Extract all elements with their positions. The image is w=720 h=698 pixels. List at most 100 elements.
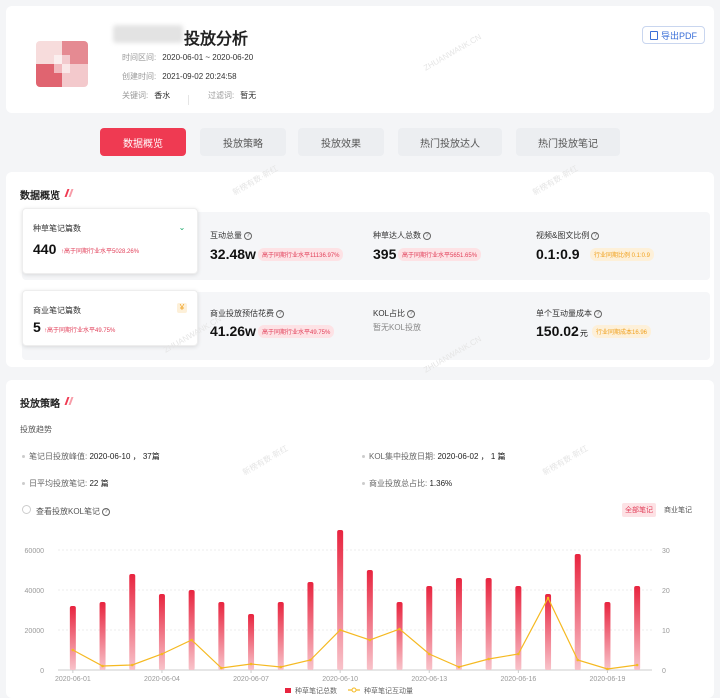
metric-compare: 高于同期行业水平49.75%	[258, 325, 335, 338]
card-compare: ↑高于同期行业水平49.75%	[44, 328, 116, 334]
bar	[604, 602, 611, 670]
line-point	[368, 638, 372, 642]
x-tick-label: 2020-06-13	[411, 676, 447, 683]
metric-label: 商业投放预估花费?	[210, 308, 284, 319]
line-point	[576, 658, 580, 662]
metric-label: 种草达人总数?	[373, 230, 431, 241]
commercial-notes-button[interactable]: 商业笔记	[660, 503, 696, 517]
tab-effect[interactable]: 投放效果	[298, 128, 384, 156]
y-tick-label: 0	[40, 668, 44, 675]
meta-divider	[188, 95, 189, 105]
line-point	[606, 667, 609, 671]
metric-compare: 高于同期行业水平11136.97%	[258, 248, 344, 261]
bar	[426, 586, 433, 670]
stat-peak: 笔记日投放峰值: 2020-06-10 ， 37篇	[22, 451, 160, 462]
bar	[455, 578, 462, 670]
bar	[515, 586, 522, 670]
interaction-line	[72, 596, 638, 670]
keyword: 关键词: 香水	[122, 91, 171, 100]
x-tick-label: 2020-06-16	[500, 676, 536, 683]
metric-label: KOL占比?	[373, 308, 416, 319]
tab-hot-kol[interactable]: 热门投放达人	[398, 128, 502, 156]
line-point	[309, 658, 312, 662]
line-point	[457, 665, 461, 669]
y-tick-label: 40000	[25, 588, 45, 595]
bar	[129, 574, 136, 670]
x-tick-label: 2020-06-07	[233, 676, 269, 683]
yen-icon: ¥	[177, 303, 187, 313]
y-tick-label: 20000	[25, 628, 45, 635]
bar	[396, 602, 403, 670]
metric-label: 视频&图文比例?	[536, 230, 600, 241]
line-point	[101, 664, 104, 668]
title-accent-icon	[64, 397, 78, 405]
chart-legend: 种草笔记总数 种草笔记互动量	[285, 686, 413, 695]
line-point	[279, 665, 283, 669]
line-point	[338, 628, 342, 632]
created-time: 创建时间: 2021-09-02 20:24:58	[122, 72, 237, 81]
all-notes-button[interactable]: 全部笔记	[622, 503, 656, 517]
card-label: 商业笔记篇数	[33, 306, 81, 315]
strategy-section: 投放策略 投放趋势 笔记日投放峰值: 2020-06-10 ， 37篇 KOL集…	[6, 380, 714, 698]
bar	[277, 602, 284, 670]
bar	[634, 586, 641, 670]
metric-empty: 暂无KOL投放	[373, 323, 422, 332]
metric-value: 395	[373, 246, 397, 262]
line-series	[71, 596, 639, 671]
filter-words: 过滤词: 暂无	[208, 91, 257, 100]
line-point	[427, 652, 431, 656]
stat-daily-avg: 日平均投放笔记: 22 篇	[22, 478, 109, 489]
metric-compare: 行业同期成本16.96	[592, 325, 652, 338]
bar	[188, 590, 195, 670]
tab-strategy[interactable]: 投放策略	[200, 128, 286, 156]
metric-compare: 行业同期比例 0.1:0.9	[590, 248, 655, 261]
bar-series	[69, 530, 641, 670]
card-value: 5	[33, 319, 41, 335]
card-compare: ↑高于同期行业水平5028.26%	[61, 249, 140, 255]
card-commercial-count: 商业笔记篇数 ¥ 5 ↑高于同期行业水平49.75%	[22, 290, 198, 346]
line-point	[517, 652, 520, 656]
metric-value: 41.26w	[210, 323, 256, 339]
legend-label-interactions: 种草笔记互动量	[364, 686, 413, 695]
help-icon[interactable]: ?	[594, 309, 602, 318]
kol-checkbox[interactable]	[22, 505, 31, 514]
export-pdf-button[interactable]: 导出PDF	[642, 26, 705, 44]
line-point	[546, 596, 550, 600]
x-tick-label: 2020-06-10	[322, 676, 358, 683]
trend-badge-icon: ⌄	[178, 223, 186, 232]
page-title: 投放分析	[184, 31, 249, 48]
tab-hot-notes[interactable]: 热门投放笔记	[516, 128, 620, 156]
stat-kol-date: KOL集中投放日期: 2020-06-02 ， 1 篇	[362, 451, 506, 462]
line-point	[487, 657, 490, 661]
help-icon[interactable]: ?	[102, 507, 111, 516]
help-icon[interactable]: ?	[276, 309, 284, 318]
bar	[574, 554, 581, 670]
card-label: 种草笔记篇数	[33, 224, 81, 233]
bar	[485, 578, 492, 670]
y2-tick-label: 0	[662, 668, 666, 675]
metric-compare: 高于同期行业水平5651.65%	[398, 248, 482, 261]
metric-value: 32.48w	[210, 246, 256, 262]
chart-grid	[58, 549, 652, 671]
help-icon[interactable]: ?	[423, 231, 431, 240]
bar	[545, 594, 552, 670]
legend-marker-interactions	[351, 687, 357, 693]
report-header: 投放分析 时间区间: 2020-06-01 ~ 2020-06-20 创建时间: 2…	[6, 6, 714, 113]
x-tick-label: 2020-06-04	[144, 676, 180, 683]
line-point	[249, 662, 253, 666]
bar	[366, 570, 373, 670]
y-tick-label: 60000	[25, 548, 45, 555]
help-icon[interactable]: ?	[244, 231, 252, 240]
bar	[158, 594, 165, 670]
trend-subtitle: 投放趋势	[20, 425, 52, 434]
tab-overview[interactable]: 数据概览	[100, 128, 186, 156]
kol-checkbox-label[interactable]: 查看投放KOL笔记?	[36, 506, 111, 517]
right-axis: 0 10 20 30	[662, 548, 670, 675]
help-icon[interactable]: ?	[407, 309, 416, 318]
overview-title: 数据概览	[20, 191, 60, 202]
line-point	[220, 666, 223, 670]
line-point	[160, 652, 164, 656]
help-icon[interactable]: ?	[591, 231, 600, 240]
line-point	[190, 638, 193, 642]
card-note-count: 种草笔记篇数 ⌄ 440 ↑高于同期行业水平5028.26%	[22, 208, 198, 274]
